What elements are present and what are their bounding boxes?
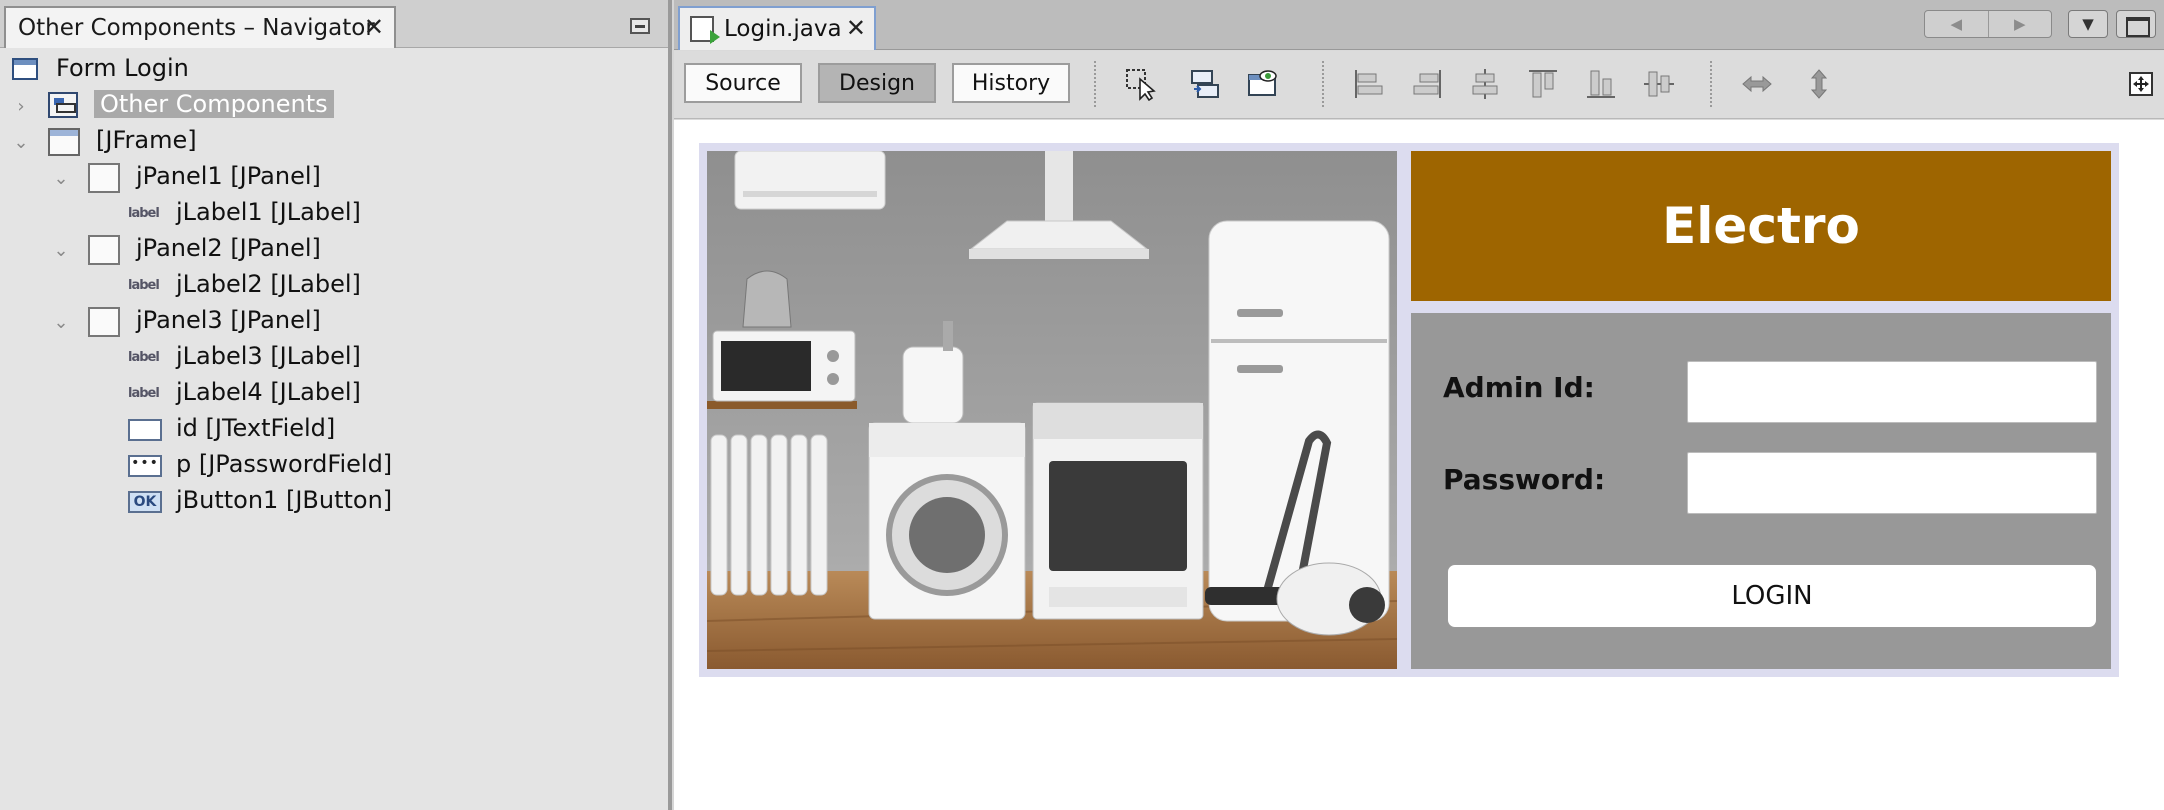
navigator-panel: Other Components – Navigator ✕ Form Logi… <box>0 0 672 810</box>
toolbar-separator <box>1094 61 1096 107</box>
tab-login-java[interactable]: Login.java ✕ <box>678 6 876 50</box>
jpanel-icon <box>88 235 120 265</box>
tree-item-jpanel3[interactable]: ⌄ jPanel3 [JPanel] <box>0 304 660 340</box>
toolbar-separator <box>1322 61 1324 107</box>
chevron-down-icon[interactable]: ⌄ <box>10 124 32 160</box>
navigator-tab-bar: Other Components – Navigator ✕ <box>0 0 668 48</box>
appliances-photo <box>707 151 1397 669</box>
jpasswordfield-icon: ••• <box>128 455 162 477</box>
form-icon <box>12 58 38 80</box>
jpanel-icon <box>88 307 120 337</box>
chevron-left-icon[interactable]: ◀ <box>1925 11 1989 37</box>
tree-item-label: jPanel1 [JPanel] <box>136 162 321 190</box>
admin-id-field[interactable] <box>1687 361 2097 423</box>
tree-item-label: jLabel3 [JLabel] <box>176 342 361 370</box>
tree-item-jpanel2[interactable]: ⌄ jPanel2 [JPanel] <box>0 232 660 268</box>
tab-navigation: ◀ ▶ <box>1924 10 2052 38</box>
login-button[interactable]: LOGIN <box>1447 564 2097 628</box>
tree-item-jpanel1[interactable]: ⌄ jPanel1 [JPanel] <box>0 160 660 196</box>
login-panel: Admin Id: Password: LOGIN <box>1411 313 2111 669</box>
tree-item-id-textfield[interactable]: id [JTextField] <box>0 412 660 448</box>
center-vertically-icon[interactable] <box>1642 67 1676 101</box>
chevron-right-icon[interactable]: › <box>10 88 32 124</box>
other-components-icon <box>48 92 78 118</box>
source-button[interactable]: Source <box>684 63 802 103</box>
minimize-icon[interactable] <box>630 18 650 34</box>
tree-item-p-passwordfield[interactable]: ••• p [JPasswordField] <box>0 448 660 484</box>
editor-tab-title: Login.java <box>724 16 842 42</box>
tree-item-label: id [JTextField] <box>176 414 336 442</box>
close-icon[interactable]: ✕ <box>364 13 384 41</box>
jframe-preview[interactable]: Electro Admin Id: Password: LOGIN <box>699 143 2119 677</box>
editor-toolbar: Source Design History <box>674 51 2164 119</box>
tree-item-jlabel4[interactable]: label jLabel4 [JLabel] <box>0 376 660 412</box>
tree-item-other-components[interactable]: › Other Components <box>0 88 660 124</box>
tree-item-label: [JFrame] <box>96 126 197 154</box>
selection-mode-icon[interactable] <box>1124 67 1158 102</box>
close-icon[interactable]: ✕ <box>846 14 866 42</box>
tree-item-jlabel3[interactable]: label jLabel3 [JLabel] <box>0 340 660 376</box>
tree-item-label: jLabel4 [JLabel] <box>176 378 361 406</box>
jlabel-icon: label <box>128 278 160 293</box>
tree-item-jframe[interactable]: ⌄ [JFrame] <box>0 124 660 160</box>
jtextfield-icon <box>128 419 162 441</box>
header-panel: Electro <box>1411 151 2111 301</box>
tree-item-label: jButton1 [JButton] <box>176 486 393 514</box>
tree-item-label: jPanel2 [JPanel] <box>136 234 321 262</box>
tree-item-label: jLabel1 [JLabel] <box>176 198 361 226</box>
preview-design-icon[interactable] <box>1246 67 1280 101</box>
password-field[interactable] <box>1687 452 2097 514</box>
chevron-down-icon[interactable]: ⌄ <box>50 232 72 268</box>
design-button[interactable]: Design <box>818 63 936 103</box>
tab-list-dropdown-icon[interactable]: ▼ <box>2068 10 2108 38</box>
toolbar-separator <box>1710 61 1712 107</box>
editor-panel: Login.java ✕ ◀ ▶ ▼ Source Design History <box>674 0 2164 810</box>
java-form-file-icon <box>690 16 720 44</box>
tree-item-jlabel1[interactable]: label jLabel1 [JLabel] <box>0 196 660 232</box>
jframe-icon <box>48 128 80 156</box>
tree-item-label: Other Components <box>94 90 334 118</box>
brand-title: Electro <box>1662 197 1860 255</box>
tree-item-jbutton1[interactable]: OK jButton1 [JButton] <box>0 484 660 520</box>
connection-mode-icon[interactable] <box>1188 67 1222 101</box>
tree-item-label: Form Login <box>56 54 189 82</box>
navigator-tab-title: Other Components – Navigator <box>18 15 375 41</box>
tree-item-label: jPanel3 [JPanel] <box>136 306 321 334</box>
align-top-icon[interactable] <box>1526 67 1560 101</box>
tree-item-jlabel2[interactable]: label jLabel2 [JLabel] <box>0 268 660 304</box>
chevron-down-icon[interactable]: ⌄ <box>50 160 72 196</box>
palette-toggle-icon[interactable] <box>2128 71 2154 97</box>
design-canvas: Electro Admin Id: Password: LOGIN <box>674 120 2164 810</box>
jpanel-icon <box>88 163 120 193</box>
resize-horizontal-icon[interactable] <box>1740 67 1774 101</box>
chevron-right-icon[interactable]: ▶ <box>1989 11 2052 37</box>
tree-item-label: jLabel2 [JLabel] <box>176 270 361 298</box>
password-label: Password: <box>1443 463 1606 496</box>
resize-vertical-icon[interactable] <box>1802 67 1836 101</box>
jlabel-icon: label <box>128 206 160 221</box>
jlabel-icon: label <box>128 350 160 365</box>
align-left-icon[interactable] <box>1352 67 1386 101</box>
maximize-window-icon[interactable] <box>2116 10 2156 38</box>
tree-item-form-login[interactable]: Form Login <box>0 52 660 88</box>
history-button[interactable]: History <box>952 63 1070 103</box>
admin-id-label: Admin Id: <box>1443 371 1595 404</box>
align-bottom-icon[interactable] <box>1584 67 1618 101</box>
editor-tab-bar: Login.java ✕ ◀ ▶ ▼ <box>674 0 2164 50</box>
jlabel-icon: label <box>128 386 160 401</box>
tree-item-label: p [JPasswordField] <box>176 450 393 478</box>
jbutton-icon: OK <box>128 491 162 513</box>
center-horizontally-icon[interactable] <box>1468 67 1502 101</box>
chevron-down-icon[interactable]: ⌄ <box>50 304 72 340</box>
align-right-icon[interactable] <box>1410 67 1444 101</box>
navigator-tab[interactable]: Other Components – Navigator ✕ <box>4 6 396 48</box>
